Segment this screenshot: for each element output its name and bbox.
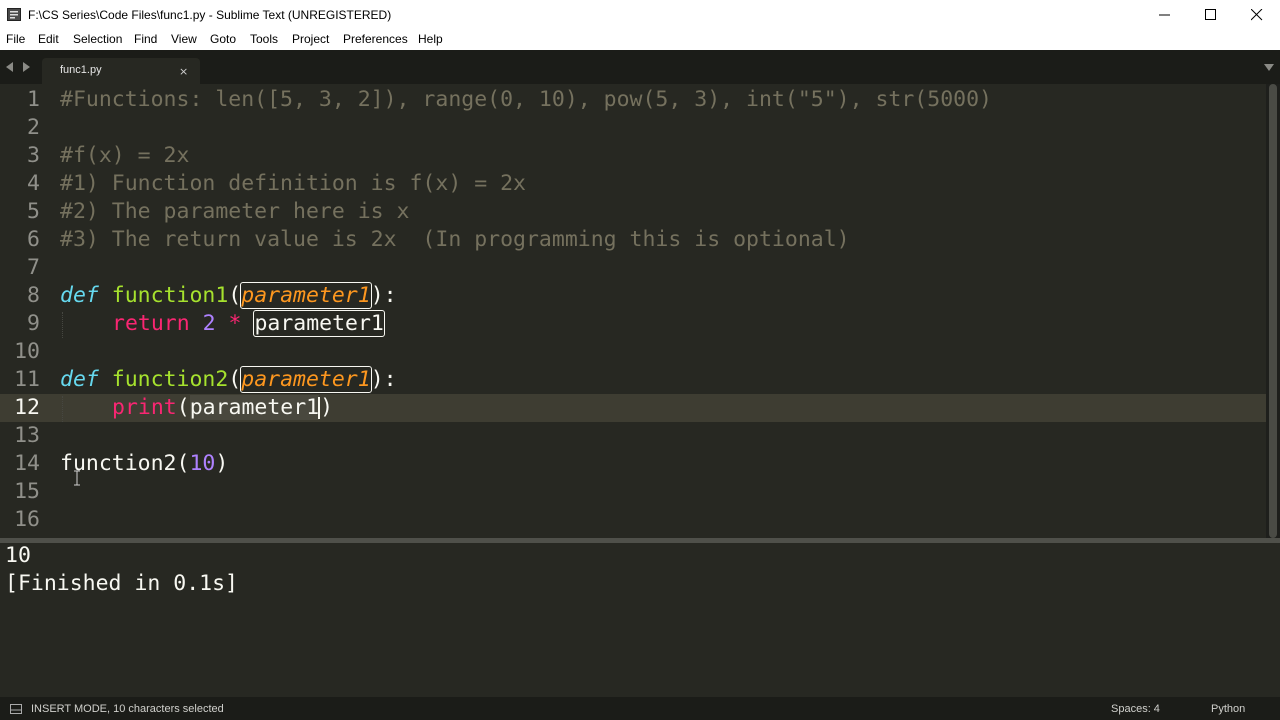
- line-number: 10: [14, 339, 40, 364]
- menu-selection[interactable]: Selection: [73, 32, 122, 46]
- menu-file[interactable]: File: [6, 32, 25, 46]
- line-number: 13: [14, 423, 40, 448]
- close-paren: ): [215, 451, 229, 476]
- def-keyword: def: [60, 367, 99, 392]
- output-line: [Finished in 0.1s]: [5, 571, 238, 596]
- line-number: 3: [27, 143, 40, 168]
- close-button[interactable]: [1234, 0, 1280, 30]
- menu-view[interactable]: View: [171, 32, 197, 46]
- line-number: 15: [14, 479, 40, 504]
- mouse-ibeam-icon: [74, 470, 80, 486]
- scrollbar-thumb[interactable]: [1269, 84, 1277, 538]
- status-mode: INSERT MODE, 10 characters selected: [31, 703, 224, 715]
- minimize-icon: [1159, 14, 1170, 16]
- indent-guide: [62, 396, 63, 422]
- build-output-panel: 10 [Finished in 0.1s]: [0, 543, 1280, 697]
- operator: *: [228, 311, 242, 336]
- line-number: 16: [14, 507, 40, 532]
- print-builtin: print: [112, 395, 177, 420]
- code-line-5: #2) The parameter here is x: [60, 199, 410, 224]
- param-highlight: parameter1: [240, 366, 372, 393]
- number-literal: 2: [202, 311, 216, 336]
- close-colon: ):: [370, 283, 397, 308]
- menu-find[interactable]: Find: [134, 32, 157, 46]
- window-title: F:\CS Series\Code Files\func1.py - Subli…: [28, 8, 392, 22]
- line-number: 1: [27, 87, 40, 112]
- minimize-button[interactable]: [1142, 0, 1188, 30]
- tab-label: func1.py: [60, 64, 102, 76]
- status-bar: INSERT MODE, 10 characters selected Spac…: [0, 697, 1280, 720]
- code-line-1: #Functions: len([5, 3, 2]), range(0, 10)…: [60, 87, 992, 112]
- menu-goto[interactable]: Goto: [210, 32, 236, 46]
- indentation-setting[interactable]: Spaces: 4: [1111, 703, 1160, 715]
- tab-prev-icon[interactable]: [6, 62, 14, 72]
- menu-project[interactable]: Project: [292, 32, 329, 46]
- code-line-11: def function2(parameter1):: [60, 366, 397, 394]
- vertical-scrollbar[interactable]: [1266, 84, 1280, 538]
- indent-guide: [62, 312, 63, 338]
- maximize-button[interactable]: [1188, 0, 1234, 30]
- tab-bar: func1.py ×: [0, 50, 1280, 84]
- selected-text: parameter1: [189, 395, 320, 420]
- code-line-12: print(parameter1): [112, 394, 333, 422]
- output-line: 10: [5, 543, 31, 568]
- line-number: 9: [27, 311, 40, 336]
- tab-close-icon[interactable]: ×: [179, 65, 188, 78]
- open-paren: (: [228, 283, 242, 308]
- code-line-9: return 2 * parameter1: [112, 310, 385, 338]
- close-paren: ): [320, 395, 334, 420]
- close-colon: ):: [370, 367, 397, 392]
- line-number: 7: [27, 255, 40, 280]
- syntax-selector[interactable]: Python: [1211, 703, 1245, 715]
- menu-bar: File Edit Selection Find View Goto Tools…: [0, 30, 1280, 50]
- code-line-6: #3) The return value is 2x (In programmi…: [60, 227, 850, 252]
- line-number: 5: [27, 199, 40, 224]
- line-number: 11: [14, 367, 40, 392]
- title-bar: F:\CS Series\Code Files\func1.py - Subli…: [0, 0, 1280, 30]
- menu-preferences[interactable]: Preferences: [343, 32, 408, 46]
- menu-help[interactable]: Help: [418, 32, 443, 46]
- code-line-4: #1) Function definition is f(x) = 2x: [60, 171, 526, 196]
- tab-func1-py[interactable]: func1.py ×: [42, 58, 200, 84]
- maximize-icon: [1205, 9, 1216, 20]
- line-number: 14: [14, 451, 40, 476]
- panel-toggle-icon[interactable]: [10, 704, 22, 714]
- tab-dropdown-icon[interactable]: [1264, 64, 1274, 71]
- line-number: 6: [27, 227, 40, 252]
- code-line-14: function2(10): [60, 450, 228, 478]
- tab-next-icon[interactable]: [22, 62, 30, 72]
- return-keyword: return: [112, 311, 190, 336]
- line-number-active: 12: [14, 395, 40, 420]
- open-paren: (: [176, 451, 190, 476]
- param-highlight: parameter1: [240, 282, 372, 309]
- line-number: 2: [27, 115, 40, 140]
- def-keyword: def: [60, 283, 99, 308]
- code-editor[interactable]: 1 2 3 4 5 6 7 8 9 10 11 12 13 14 15 16 #…: [0, 84, 1266, 538]
- number-literal: 10: [189, 451, 216, 476]
- line-number: 4: [27, 171, 40, 196]
- open-paren: (: [176, 395, 190, 420]
- function1-name: function1: [111, 283, 229, 308]
- sublime-app-icon: [7, 8, 21, 21]
- param-highlight: parameter1: [253, 310, 385, 337]
- code-line-3: #f(x) = 2x: [60, 143, 190, 168]
- menu-tools[interactable]: Tools: [250, 32, 278, 46]
- function2-name: function2: [111, 367, 229, 392]
- close-icon: [1251, 9, 1263, 21]
- menu-edit[interactable]: Edit: [38, 32, 59, 46]
- open-paren: (: [228, 367, 242, 392]
- line-number: 8: [27, 283, 40, 308]
- code-line-8: def function1(parameter1):: [60, 282, 397, 310]
